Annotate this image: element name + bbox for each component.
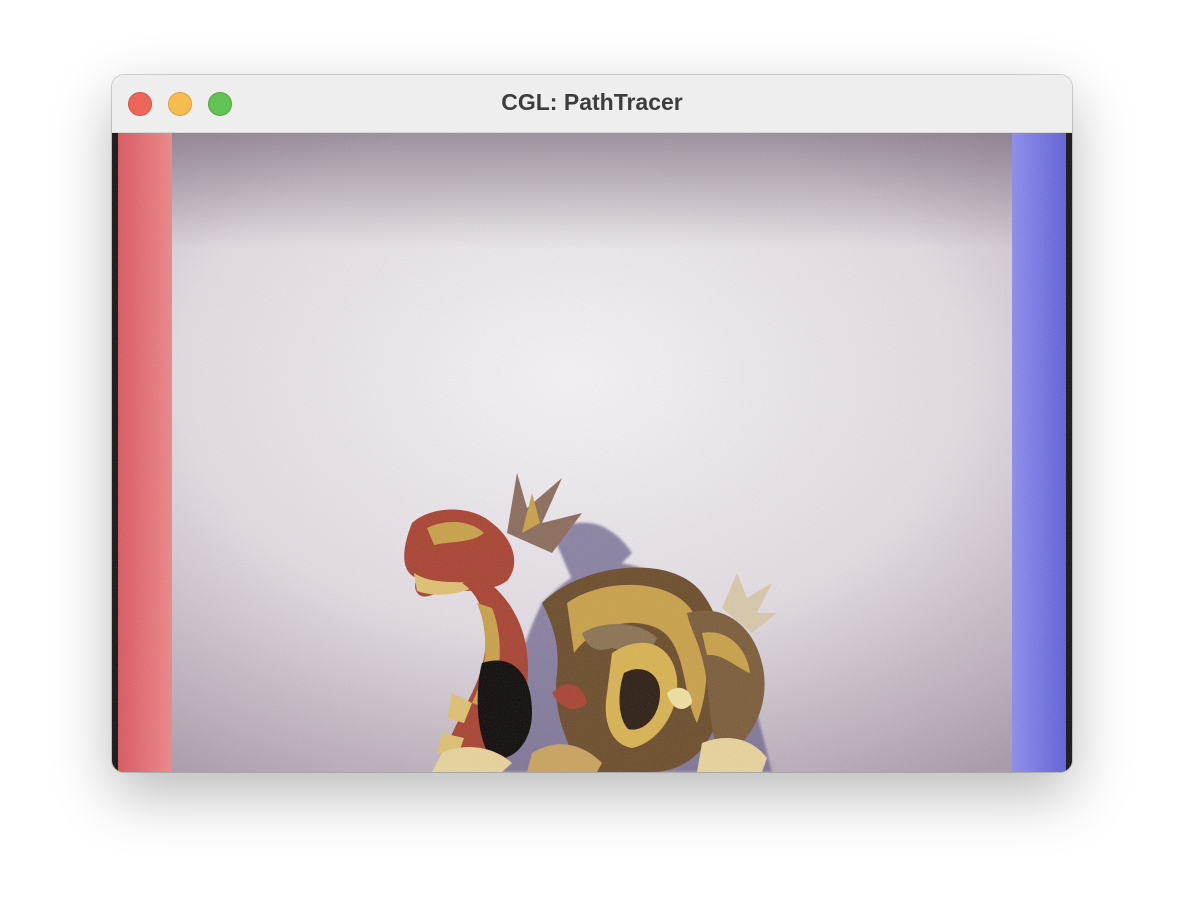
rendered-scene <box>112 133 1072 772</box>
render-noise <box>112 133 1072 772</box>
window-title: CGL: PathTracer <box>501 89 683 115</box>
title-bar[interactable]: CGL: PathTracer <box>112 75 1072 133</box>
render-viewport[interactable] <box>112 133 1072 772</box>
app-window: CGL: PathTracer <box>112 75 1072 772</box>
